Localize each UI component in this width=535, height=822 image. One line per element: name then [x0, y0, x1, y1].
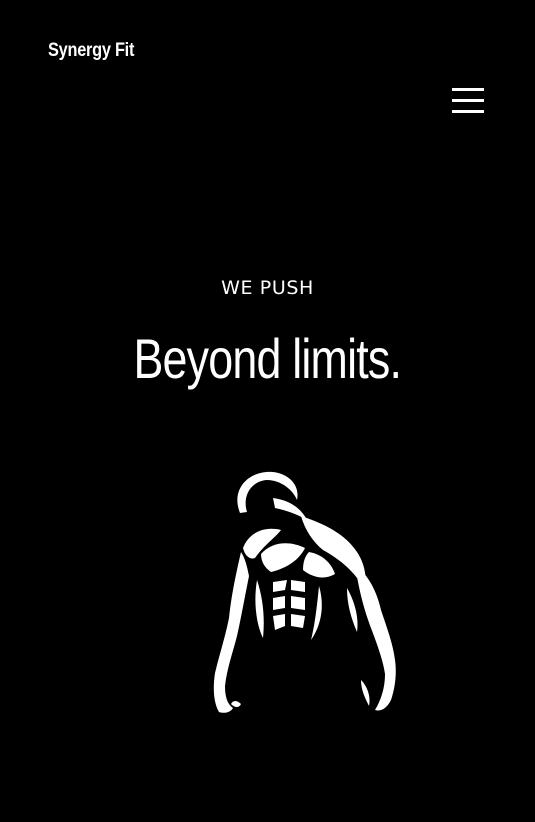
hamburger-menu-icon [452, 88, 484, 113]
athlete-silhouette-icon [213, 471, 396, 713]
hero-headline-text: Beyond limits. [133, 327, 402, 390]
menu-button[interactable] [448, 82, 488, 120]
hero-kicker: WE PUSH [221, 277, 314, 299]
athlete-silhouette-image [205, 468, 400, 718]
brand-logo-text[interactable]: Synergy Fit [48, 40, 134, 62]
hero-headline: Beyond limits. [0, 326, 535, 391]
